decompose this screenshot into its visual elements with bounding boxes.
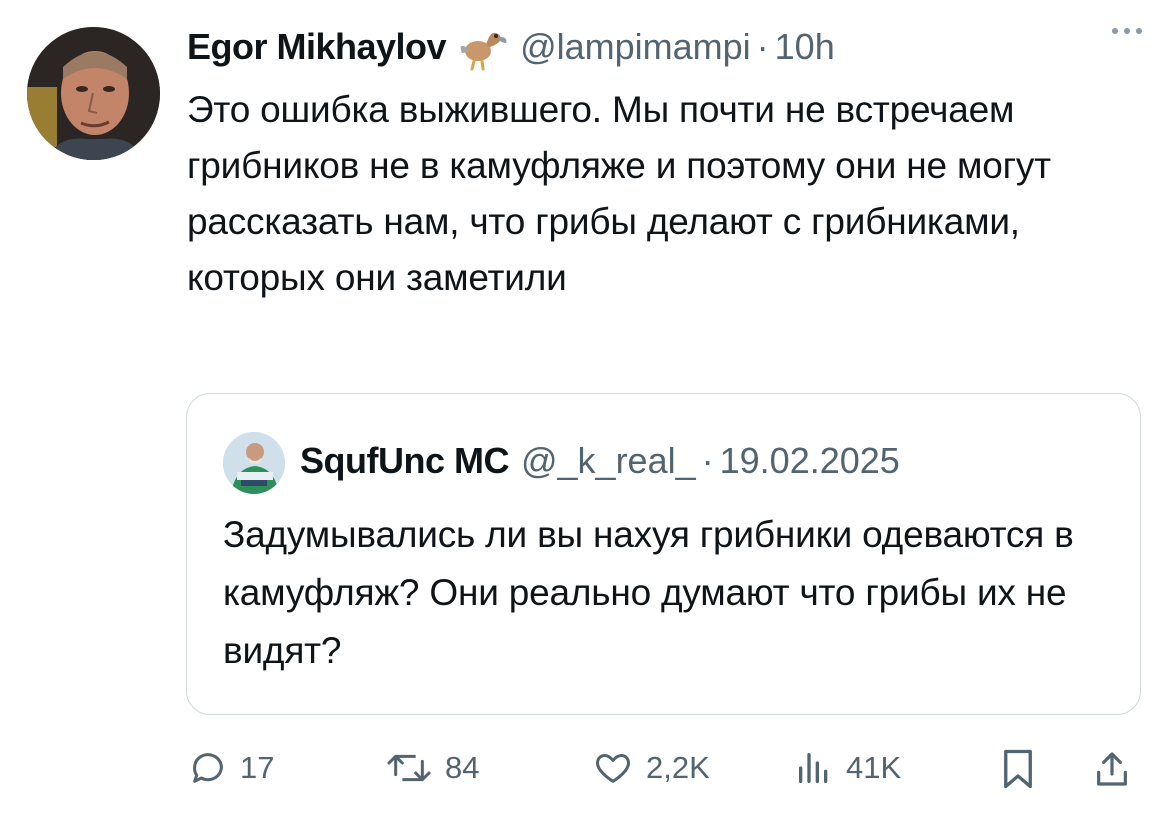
tweet-header: Egor Mikhaylov @lampimampi · 10h (187, 22, 835, 72)
repost-icon (387, 754, 431, 782)
bookmark-button[interactable] (1000, 748, 1036, 790)
like-button[interactable]: 2,2K (592, 748, 710, 788)
author-name[interactable]: Egor Mikhaylov (187, 26, 447, 68)
repost-count: 84 (445, 750, 480, 785)
author-avatar[interactable] (27, 27, 160, 160)
reply-icon (193, 753, 223, 783)
heart-icon (596, 754, 630, 783)
repost-button[interactable]: 84 (385, 748, 479, 788)
analytics-icon (799, 753, 828, 783)
views-button[interactable]: 41K (794, 748, 901, 788)
quoted-author-avatar[interactable] (223, 432, 285, 494)
tweet-text: Это ошибка выжившего. Мы почти не встреч… (187, 89, 1051, 298)
action-bar: 17 84 2,2K 41K (0, 736, 1170, 800)
separator-dot: · (756, 26, 769, 67)
share-icon (1097, 752, 1127, 786)
quoted-tweet[interactable]: SqufUnc MC @_k_real_ · 19.02.2025 Задумы… (186, 393, 1141, 715)
like-count: 2,2K (646, 750, 710, 785)
reply-count: 17 (240, 750, 275, 785)
reply-button[interactable]: 17 (188, 748, 274, 788)
views-count: 41K (846, 750, 902, 785)
quoted-header: SqufUnc MC @_k_real_ · 19.02.2025 (300, 437, 900, 485)
share-button[interactable] (1092, 748, 1132, 790)
bookmark-icon (1004, 749, 1032, 789)
more-options-icon[interactable] (1112, 28, 1142, 34)
quoted-date[interactable]: 19.02.2025 (720, 440, 900, 482)
dodo-bird-icon (456, 23, 508, 71)
post-time[interactable]: 10h (775, 26, 835, 68)
quoted-author-name[interactable]: SqufUnc MC (300, 440, 509, 482)
quoted-author-handle[interactable]: @_k_real_ (521, 440, 696, 482)
quoted-text: Задумывались ли вы нахуя грибники одеваю… (223, 514, 1074, 671)
separator-dot: · (701, 440, 714, 481)
author-handle[interactable]: @lampimampi (520, 26, 751, 68)
